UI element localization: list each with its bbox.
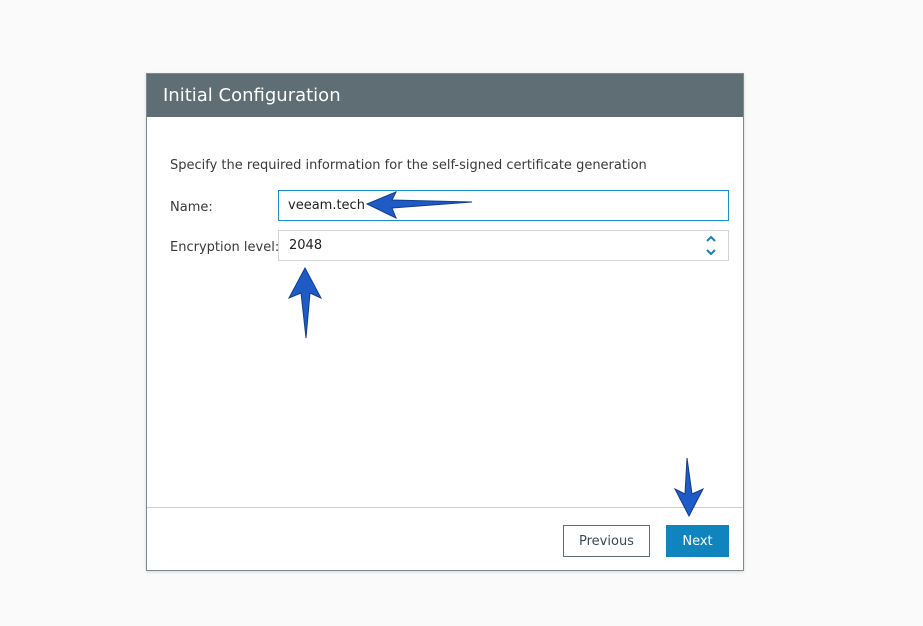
initial-configuration-dialog: Initial Configuration Specify the requir… [146, 73, 744, 571]
previous-button[interactable]: Previous [563, 525, 650, 557]
encryption-level-label: Encryption level: [170, 240, 280, 255]
footer-divider [147, 507, 743, 508]
dialog-title: Initial Configuration [163, 85, 341, 106]
dialog-description: Specify the required information for the… [170, 158, 647, 173]
chevron-up-icon[interactable] [704, 233, 718, 245]
encryption-level-stepper[interactable]: 2048 [278, 230, 729, 261]
name-label: Name: [170, 200, 213, 215]
encryption-level-value: 2048 [289, 238, 323, 253]
next-button[interactable]: Next [666, 525, 729, 557]
chevron-down-icon[interactable] [704, 246, 718, 258]
name-input[interactable] [278, 190, 729, 221]
dialog-header: Initial Configuration [147, 74, 743, 117]
